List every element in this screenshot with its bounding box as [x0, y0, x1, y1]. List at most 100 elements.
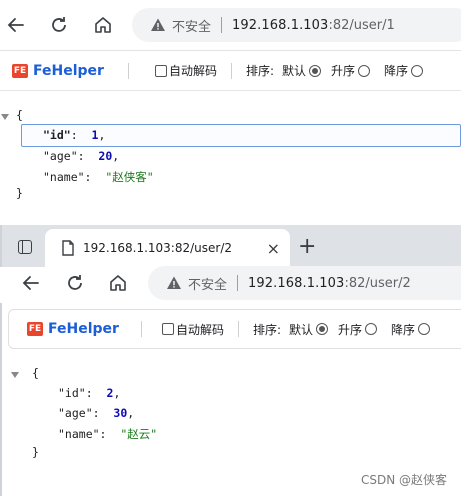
- fehelper-logo-icon: FE: [27, 322, 43, 336]
- tab-actions-icon[interactable]: [18, 240, 32, 254]
- reload-icon: [68, 275, 82, 290]
- json-value: 30: [113, 406, 128, 420]
- window-frame: [0, 225, 2, 496]
- warning-icon: [151, 18, 165, 31]
- sort-asc-label: 升序: [338, 322, 363, 337]
- json-line[interactable]: "name": "赵侠客": [43, 167, 154, 188]
- json-colon: :: [99, 427, 107, 441]
- fehelper-logo-icon: FE: [12, 63, 28, 78]
- home-button[interactable]: [104, 269, 132, 297]
- reload-button[interactable]: [61, 269, 89, 297]
- sort-desc-label: 降序: [391, 322, 416, 337]
- toolbar-divider: [127, 62, 129, 79]
- url-path: :82/user/1: [328, 17, 395, 33]
- tab-title: 192.168.1.103:82/user/2: [83, 241, 232, 255]
- json-value: "赵侠客": [105, 170, 154, 184]
- auto-decode-option[interactable]: 自动解码: [154, 62, 217, 79]
- collapse-toggle-icon[interactable]: [1, 114, 9, 120]
- tab-user-2[interactable]: 192.168.1.103:82/user/2 ×: [45, 229, 290, 267]
- json-key: "id": [43, 128, 71, 142]
- json-key: "id": [58, 386, 86, 400]
- json-line[interactable]: "id": 1,: [43, 125, 105, 146]
- fehelper-name[interactable]: FeHelper: [33, 63, 104, 79]
- auto-decode-option[interactable]: 自动解码: [161, 321, 224, 338]
- home-icon: [95, 17, 111, 33]
- home-icon: [110, 275, 126, 291]
- json-colon: :: [84, 170, 92, 184]
- toolbar-divider: [140, 321, 142, 337]
- json-comma: ,: [112, 149, 120, 163]
- sort-asc-option[interactable]: 升序: [331, 62, 371, 79]
- json-open-brace: {: [32, 366, 39, 380]
- arrow-left-icon: [22, 276, 39, 290]
- url-host: 192.168.1.103: [248, 275, 345, 291]
- sort-desc-radio[interactable]: [411, 64, 424, 77]
- json-value: "赵云": [120, 427, 158, 441]
- sort-default-label: 默认: [289, 322, 314, 337]
- sort-default-option[interactable]: 默认: [282, 62, 322, 79]
- arrow-left-icon: [7, 18, 24, 32]
- fehelper-toolbar-1: FE FeHelper 自动解码 排序: 默认 升序 降序: [0, 51, 461, 91]
- fehelper-toolbar-2: FE FeHelper 自动解码 排序: 默认 升序 降序: [8, 309, 461, 349]
- back-button[interactable]: [17, 269, 45, 297]
- address-divider: [237, 275, 239, 291]
- address-bar[interactable]: 不安全 192.168.1.103 :82/user/1: [132, 8, 461, 42]
- collapse-toggle-icon[interactable]: [11, 372, 19, 378]
- json-close-brace: }: [32, 445, 39, 459]
- url-path: :82/user/2: [344, 275, 411, 291]
- sort-default-radio[interactable]: [316, 323, 329, 335]
- address-divider: [221, 17, 223, 33]
- address-bar[interactable]: 不安全 192.168.1.103 :82/user/2: [148, 266, 461, 300]
- warning-icon: [167, 276, 181, 289]
- json-key: "name": [43, 170, 85, 184]
- json-colon: :: [70, 128, 78, 142]
- security-label[interactable]: 不安全: [188, 274, 227, 293]
- sort-default-radio[interactable]: [309, 64, 322, 77]
- sort-desc-option[interactable]: 降序: [384, 62, 424, 79]
- json-comma: ,: [98, 128, 106, 142]
- toolbar-divider: [237, 321, 239, 337]
- json-line[interactable]: "name": "赵云": [58, 424, 157, 445]
- auto-decode-checkbox[interactable]: [161, 323, 174, 335]
- json-comma: ,: [127, 406, 135, 420]
- page-icon: [62, 240, 74, 256]
- new-tab-button[interactable]: +: [298, 233, 316, 261]
- security-label[interactable]: 不安全: [172, 16, 211, 35]
- auto-decode-checkbox[interactable]: [154, 64, 167, 77]
- json-colon: :: [92, 406, 100, 420]
- auto-decode-label: 自动解码: [175, 322, 224, 337]
- json-value: 20: [98, 149, 113, 163]
- auto-decode-label: 自动解码: [168, 64, 217, 78]
- sort-label: 排序:: [252, 322, 281, 337]
- back-button[interactable]: [2, 11, 30, 39]
- sort-desc-label: 降序: [384, 64, 409, 78]
- sort-asc-option[interactable]: 升序: [338, 321, 378, 338]
- sort-desc-option[interactable]: 降序: [391, 321, 431, 338]
- json-key: "age": [58, 406, 93, 420]
- sort-asc-label: 升序: [331, 64, 356, 78]
- json-close-brace: }: [16, 186, 23, 200]
- sort-label: 排序:: [245, 64, 274, 78]
- sort-asc-radio[interactable]: [358, 64, 371, 77]
- reload-button[interactable]: [45, 11, 73, 39]
- json-line[interactable]: "id": 2,: [58, 383, 120, 404]
- sort-asc-radio[interactable]: [365, 323, 378, 335]
- url-host: 192.168.1.103: [232, 17, 329, 33]
- json-colon: :: [85, 386, 93, 400]
- sort-default-option[interactable]: 默认: [289, 321, 329, 338]
- json-comma: ,: [113, 386, 121, 400]
- fehelper-name[interactable]: FeHelper: [48, 321, 119, 337]
- json-key: "age": [43, 149, 78, 163]
- json-colon: :: [77, 149, 85, 163]
- json-line[interactable]: "age": 20,: [43, 146, 119, 167]
- json-line[interactable]: "age": 30,: [58, 403, 134, 424]
- json-key: "name": [58, 427, 100, 441]
- sort-default-label: 默认: [282, 64, 307, 78]
- toolbar-divider: [230, 62, 232, 79]
- json-open-brace: {: [16, 108, 23, 122]
- tab-close-icon[interactable]: ×: [267, 239, 280, 258]
- home-button[interactable]: [89, 11, 117, 39]
- sort-desc-radio[interactable]: [418, 323, 431, 335]
- reload-icon: [52, 17, 66, 32]
- watermark: CSDN @赵侠客: [360, 473, 447, 487]
